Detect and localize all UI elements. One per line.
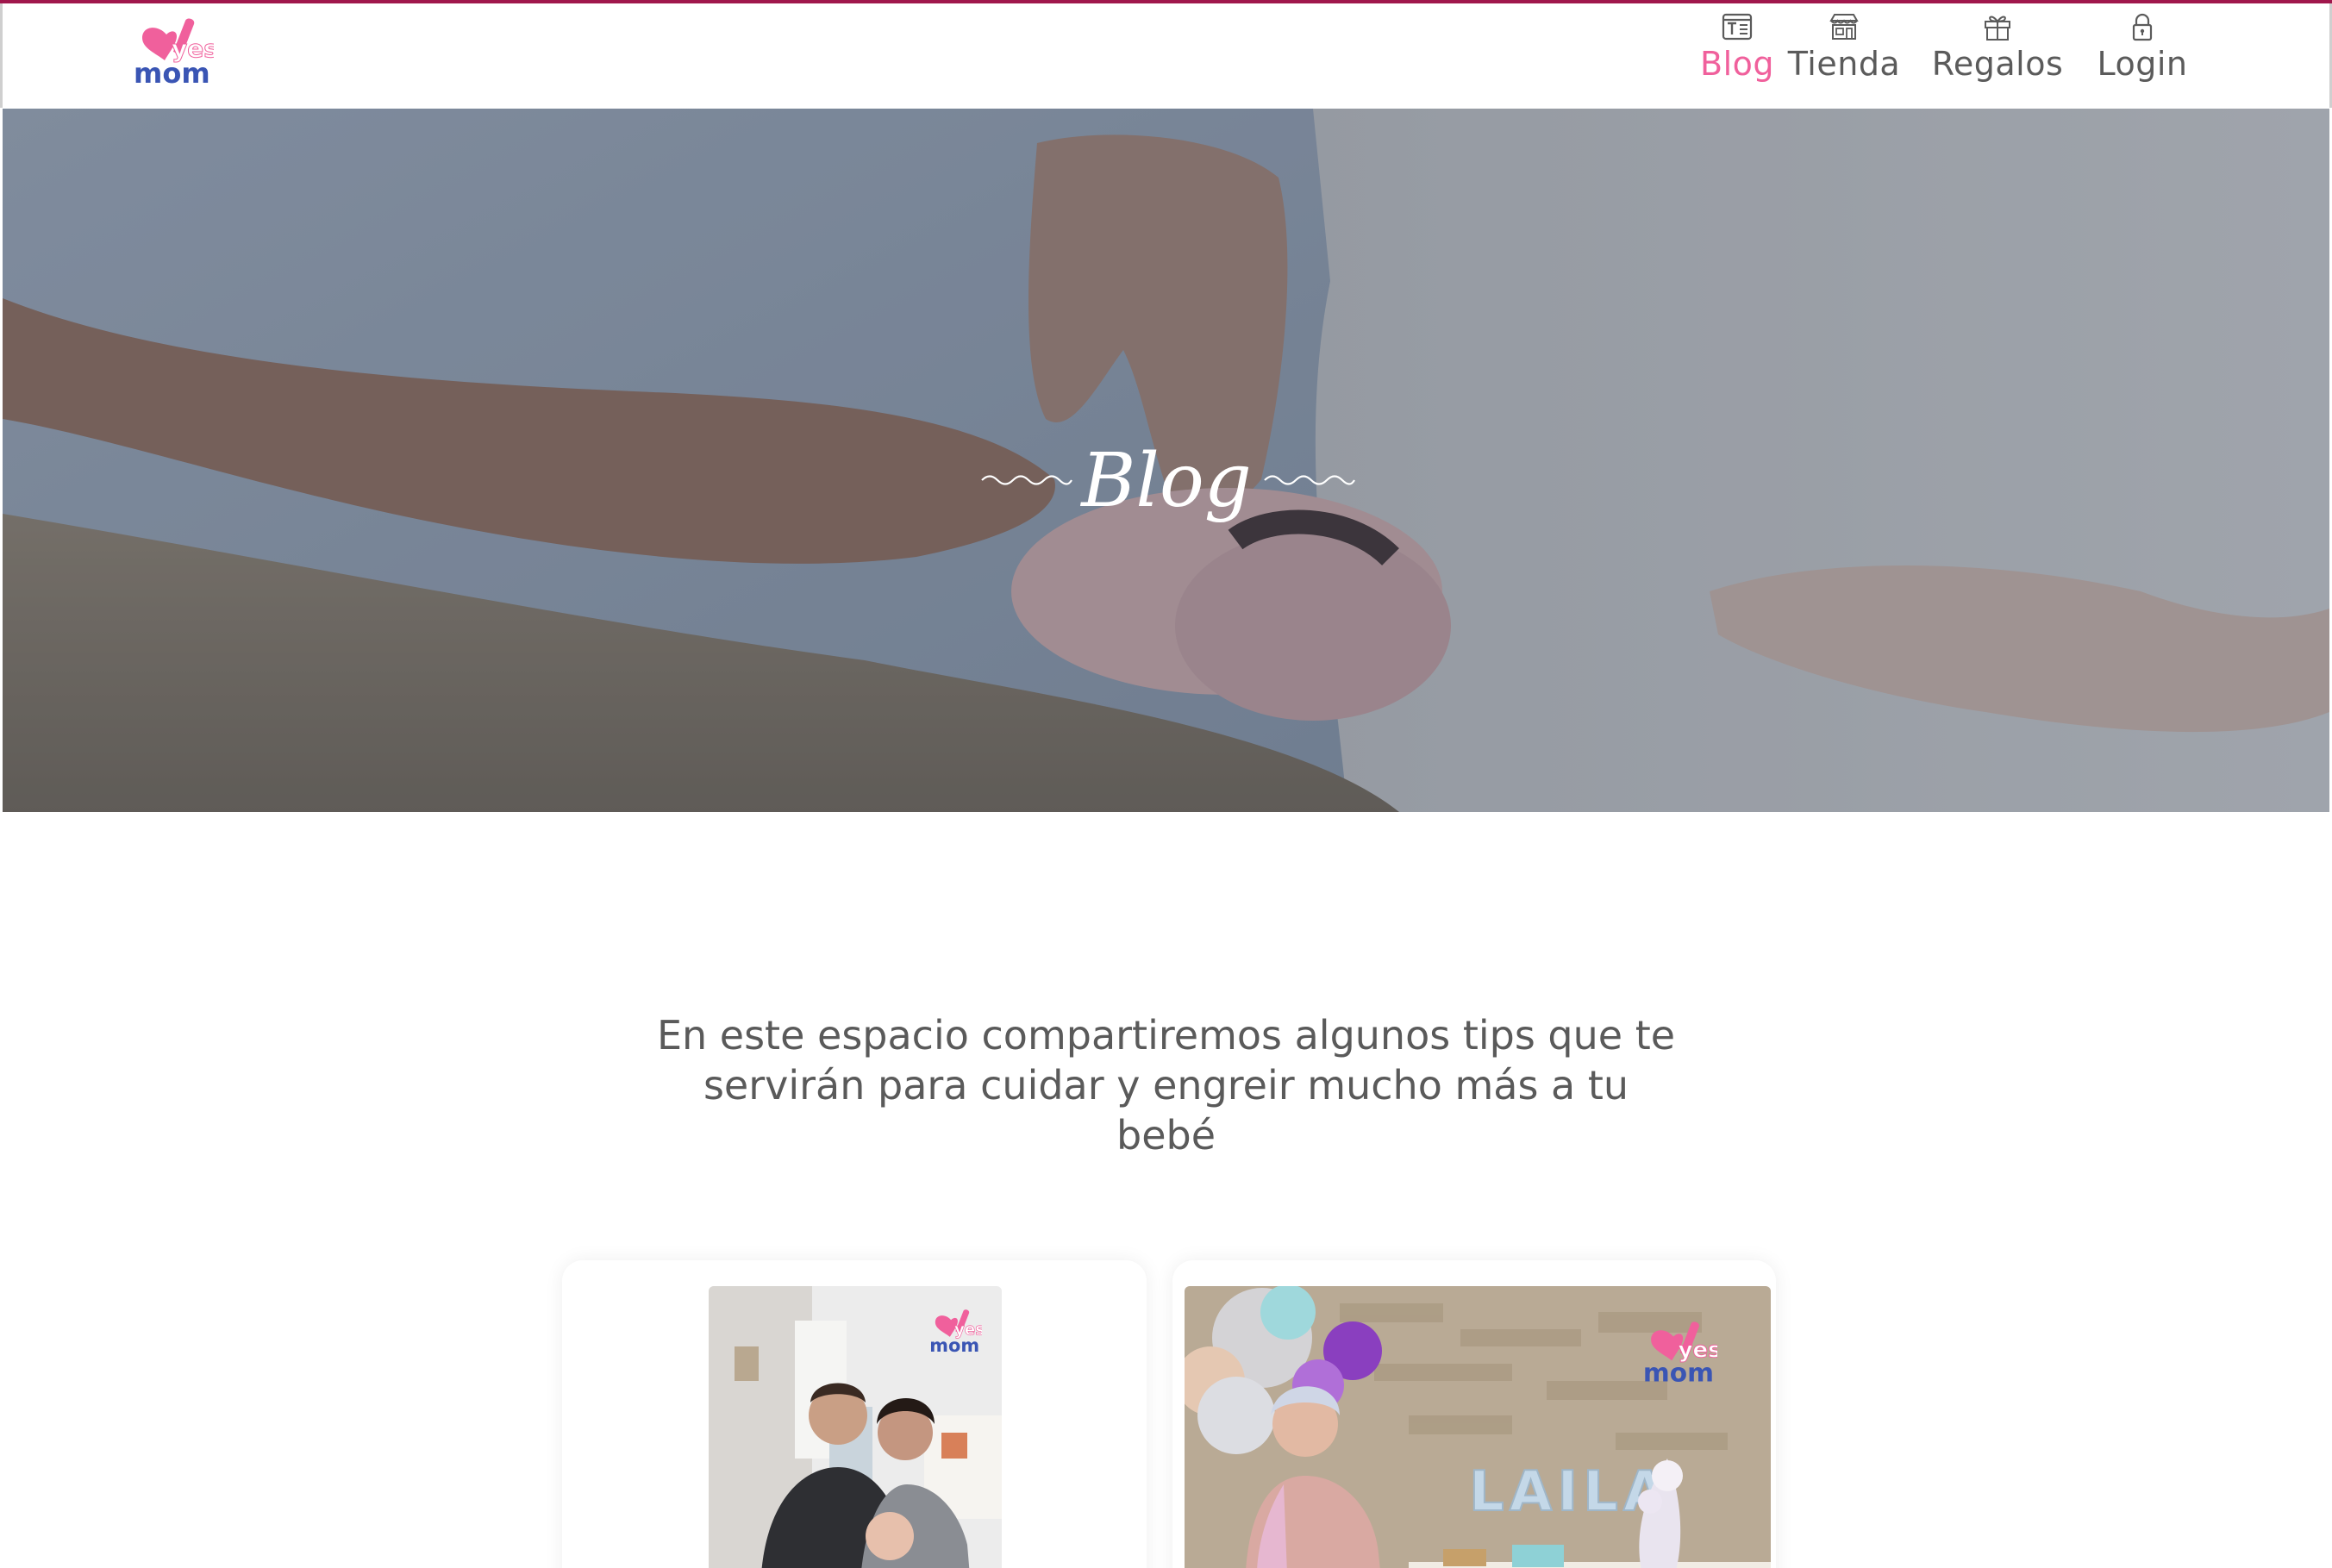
squiggle-right-decoration: [1264, 475, 1355, 485]
yesmom-logo[interactable]: yes mom: [132, 17, 214, 88]
nav-label-login: Login: [2097, 45, 2188, 83]
intro-text: En este espacio compartiremos algunos ti…: [656, 1012, 1676, 1159]
hero-banner: Blog: [3, 109, 2329, 812]
card-logo: yes mom: [1641, 1321, 1717, 1386]
nav-item-blog[interactable]: Blog: [1680, 12, 1794, 98]
store-icon: [1829, 14, 1859, 40]
nav-item-regalos[interactable]: Regalos: [1925, 12, 2070, 98]
svg-text:mom: mom: [929, 1335, 979, 1355]
hero-title-group: Blog: [3, 429, 2329, 550]
lock-icon: [2132, 13, 2153, 41]
gift-icon: [1985, 16, 2010, 41]
blog-card-image[interactable]: yes mom: [709, 1286, 1002, 1568]
nav-label-tienda: Tienda: [1787, 45, 1901, 83]
blog-card[interactable]: LAILA yes mom: [1172, 1260, 1776, 1568]
site-header: yes mom Blog Tienda Regalos Login: [0, 3, 2332, 108]
page: yes mom Blog Tienda Regalos Login Blog E…: [0, 0, 2332, 1568]
hero-title: Blog: [1081, 438, 1252, 524]
nav-item-login[interactable]: Login: [2094, 12, 2191, 98]
blog-card[interactable]: yes mom: [562, 1260, 1147, 1568]
blog-card-image[interactable]: LAILA yes mom: [1185, 1286, 1771, 1568]
svg-text:mom: mom: [134, 57, 210, 88]
card-logo: yes mom: [928, 1309, 982, 1355]
newspaper-icon: [1722, 13, 1753, 41]
nav-label-regalos: Regalos: [1931, 45, 2064, 83]
svg-text:LAILA: LAILA: [1469, 1460, 1671, 1524]
nav-label-blog: Blog: [1700, 45, 1774, 83]
svg-text:mom: mom: [1643, 1357, 1714, 1386]
nav-item-tienda[interactable]: Tienda: [1784, 12, 1904, 98]
